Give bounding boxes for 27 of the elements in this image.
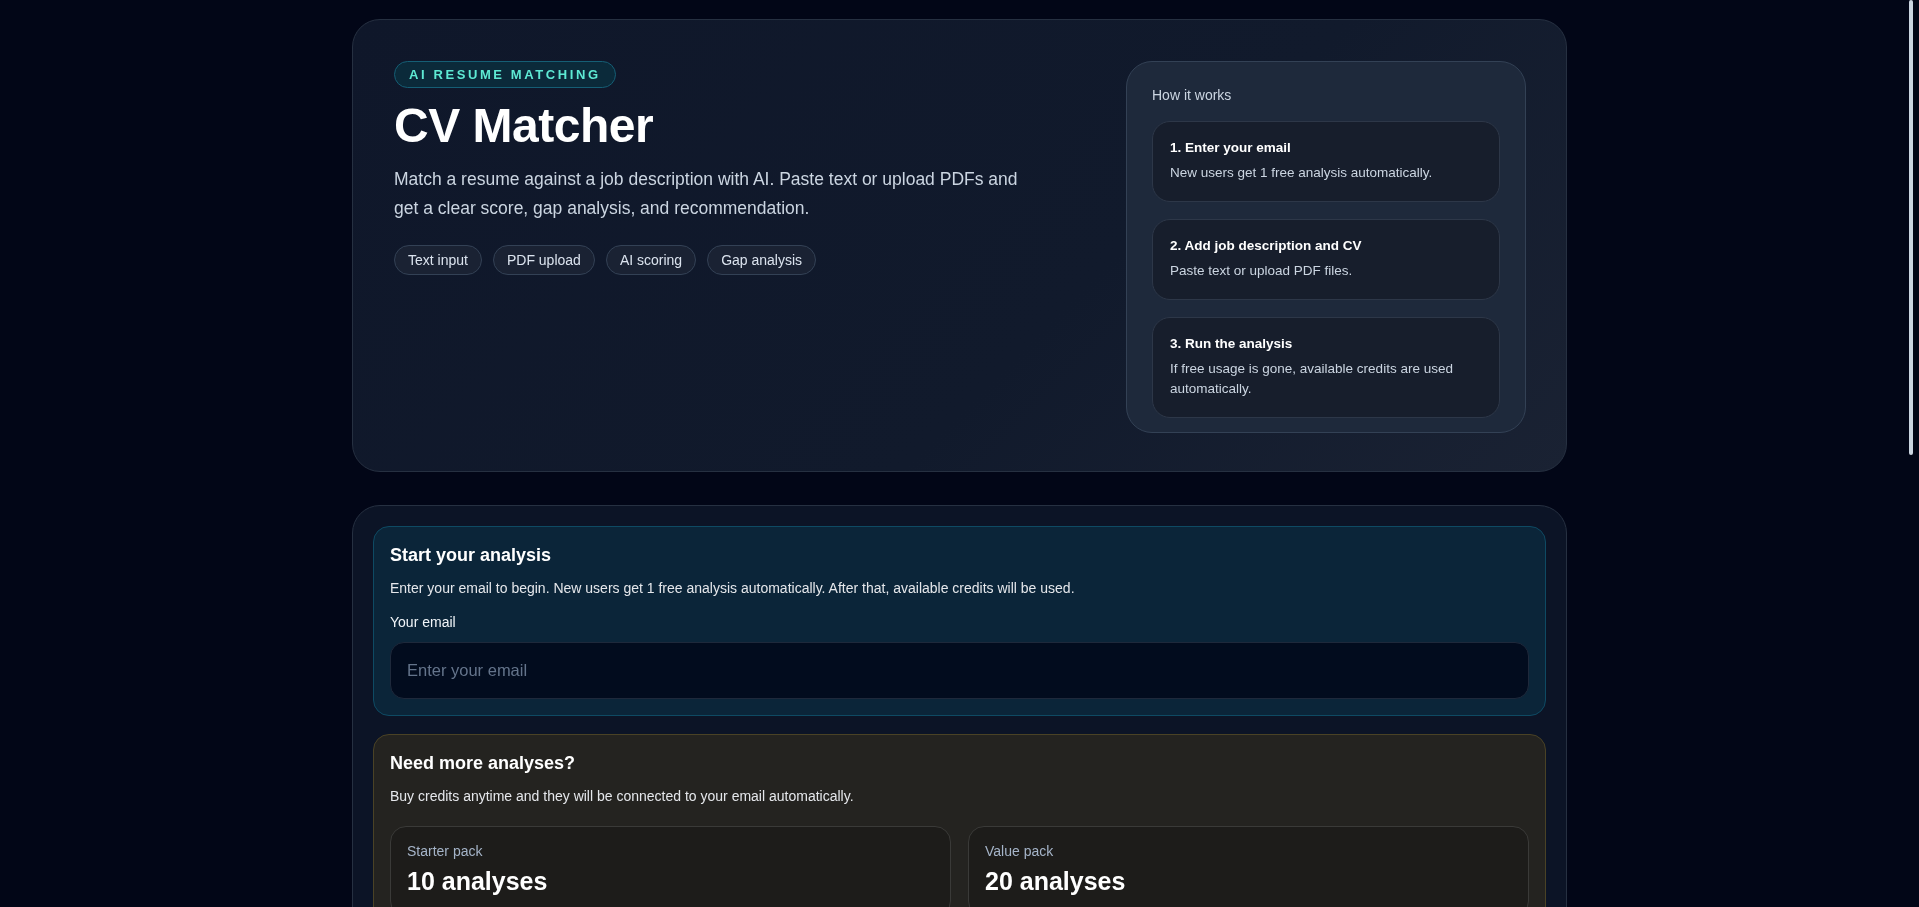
step-text: If free usage is gone, available credits are used automatically. [1170,360,1454,398]
section-badge: AI RESUME MATCHING [394,61,616,88]
step-title: 3. Run the analysis [1170,336,1294,351]
section-text: Buy credits anytime and they will be connected to your email automatically. [390,788,855,804]
section-text: Enter your email to begin. New users get 1 free analysis automatically. After that, available credits will be used. [390,580,1076,596]
feature-tag: PDF upload [492,245,595,276]
email-input[interactable]: Enter your email [390,642,1529,699]
step-text: New users get 1 free analysis automatically. [1170,164,1434,182]
hero-description: Match a resume against a job description with AI. Paste text or upload PDFs and get a clear score, gap analysis, and recommendation. [394,168,1019,221]
app-title: CV Matcher [394,98,654,154]
pack-card[interactable]: Value pack 20 analyses [968,826,1529,907]
feature-tag: Gap analysis [707,245,817,276]
feature-tag: AI scoring [605,245,697,276]
section-title: Start your analysis [390,545,553,566]
section-title: Need more analyses? [390,753,577,774]
step-text: Paste text or upload PDF files. [1170,262,1354,280]
panel-heading: How it works [1152,87,1233,103]
pack-amount: 10 analyses [407,867,549,896]
pack-name: Value pack [985,843,1055,859]
pack-name: Starter pack [407,843,484,859]
feature-tag: Text input [394,245,482,276]
pack-card[interactable]: Starter pack 10 analyses [390,826,951,907]
scrollbar-thumb[interactable] [1909,0,1913,455]
step-title: 2. Add job description and CV [1170,238,1363,253]
field-label: Your email [390,614,457,630]
step-title: 1. Enter your email [1170,140,1292,155]
pack-amount: 20 analyses [985,867,1127,896]
